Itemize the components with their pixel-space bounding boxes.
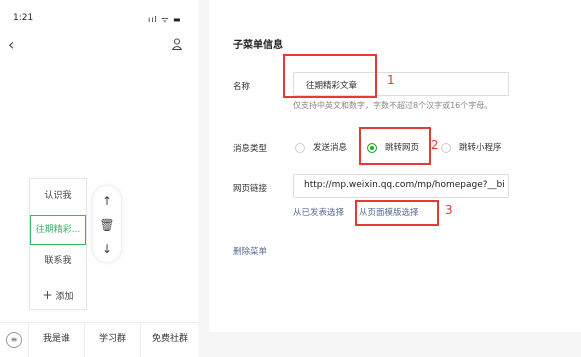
radio-label: 跳转小程序: [459, 143, 502, 153]
screen: 1:21 ııl ᯤ ▬ ‹ 认识我 往期精彩... 联系我 + 添加 ↑ 🗑 ↓…: [0, 0, 581, 357]
radio-send-message[interactable]: 发送消息: [295, 141, 347, 153]
name-label: 名称: [233, 82, 251, 92]
submenu-item[interactable]: 联系我: [30, 247, 86, 275]
plus-icon: +: [42, 288, 53, 302]
annotation-number: 2: [431, 138, 439, 152]
arrow-down-icon[interactable]: ↓: [93, 242, 121, 256]
add-label: 添加: [55, 292, 74, 302]
radio-open-miniprogram[interactable]: 跳转小程序: [441, 141, 502, 153]
signal-battery-icon: ııl ᯤ ▬: [148, 15, 182, 24]
webpage-link-label: 网页链接: [233, 184, 268, 194]
menu-tools: ↑ 🗑 ↓: [93, 186, 121, 262]
submenu-settings-panel: 子菜单信息 名称 往期精彩文章 仅支持中英文和数字，字数不超过8个汉字或16个字…: [209, 0, 581, 332]
message-type-label: 消息类型: [233, 144, 268, 154]
annotation-number: 1: [387, 73, 395, 87]
radio-label: 发送消息: [313, 143, 348, 153]
url-input-value: http://mp.weixin.qq.com/mp/homepage?__bi: [304, 180, 505, 190]
url-input[interactable]: http://mp.weixin.qq.com/mp/homepage?__bi: [293, 174, 509, 198]
submenu-panel: 认识我 往期精彩... 联系我 + 添加: [29, 178, 87, 310]
person-icon[interactable]: [172, 38, 182, 50]
keyboard-icon[interactable]: ≡: [6, 332, 22, 348]
annotation-box-2: [359, 127, 431, 165]
name-hint: 仅支持中英文和数字，字数不超过8个汉字或16个字母。: [293, 101, 493, 110]
submenu-item-selected[interactable]: 往期精彩...: [30, 215, 86, 245]
nav-bar: ‹: [0, 34, 198, 58]
menu-tab[interactable]: 学习群: [84, 323, 140, 357]
section-title: 子菜单信息: [233, 40, 283, 51]
arrow-up-icon[interactable]: ↑: [93, 194, 121, 208]
annotation-box-3: [355, 200, 439, 226]
menu-tab[interactable]: 我是谁: [28, 323, 84, 357]
annotation-box-1: [283, 54, 377, 98]
divider: [198, 0, 209, 357]
back-icon[interactable]: ‹: [8, 34, 14, 56]
trash-icon[interactable]: 🗑: [93, 218, 121, 232]
delete-menu-link[interactable]: 删除菜单: [233, 245, 267, 257]
add-submenu-button[interactable]: + 添加: [30, 281, 86, 309]
radio-circle-icon: [441, 142, 451, 153]
bottom-gap: [209, 332, 581, 357]
submenu-item[interactable]: 认识我: [30, 182, 86, 210]
status-bar: 1:21 ııl ᯤ ▬: [0, 0, 198, 28]
radio-circle-icon: [295, 142, 305, 153]
annotation-number: 3: [445, 203, 453, 217]
choose-published-link[interactable]: 从已发表选择: [293, 206, 344, 218]
status-time: 1:21: [13, 13, 34, 23]
bottom-menu-bar: ≡ 我是谁 学习群 免费社群: [0, 322, 198, 357]
phone-preview: 1:21 ııl ᯤ ▬ ‹ 认识我 往期精彩... 联系我 + 添加 ↑ 🗑 ↓…: [0, 0, 198, 357]
menu-tab[interactable]: 免费社群: [140, 323, 199, 357]
